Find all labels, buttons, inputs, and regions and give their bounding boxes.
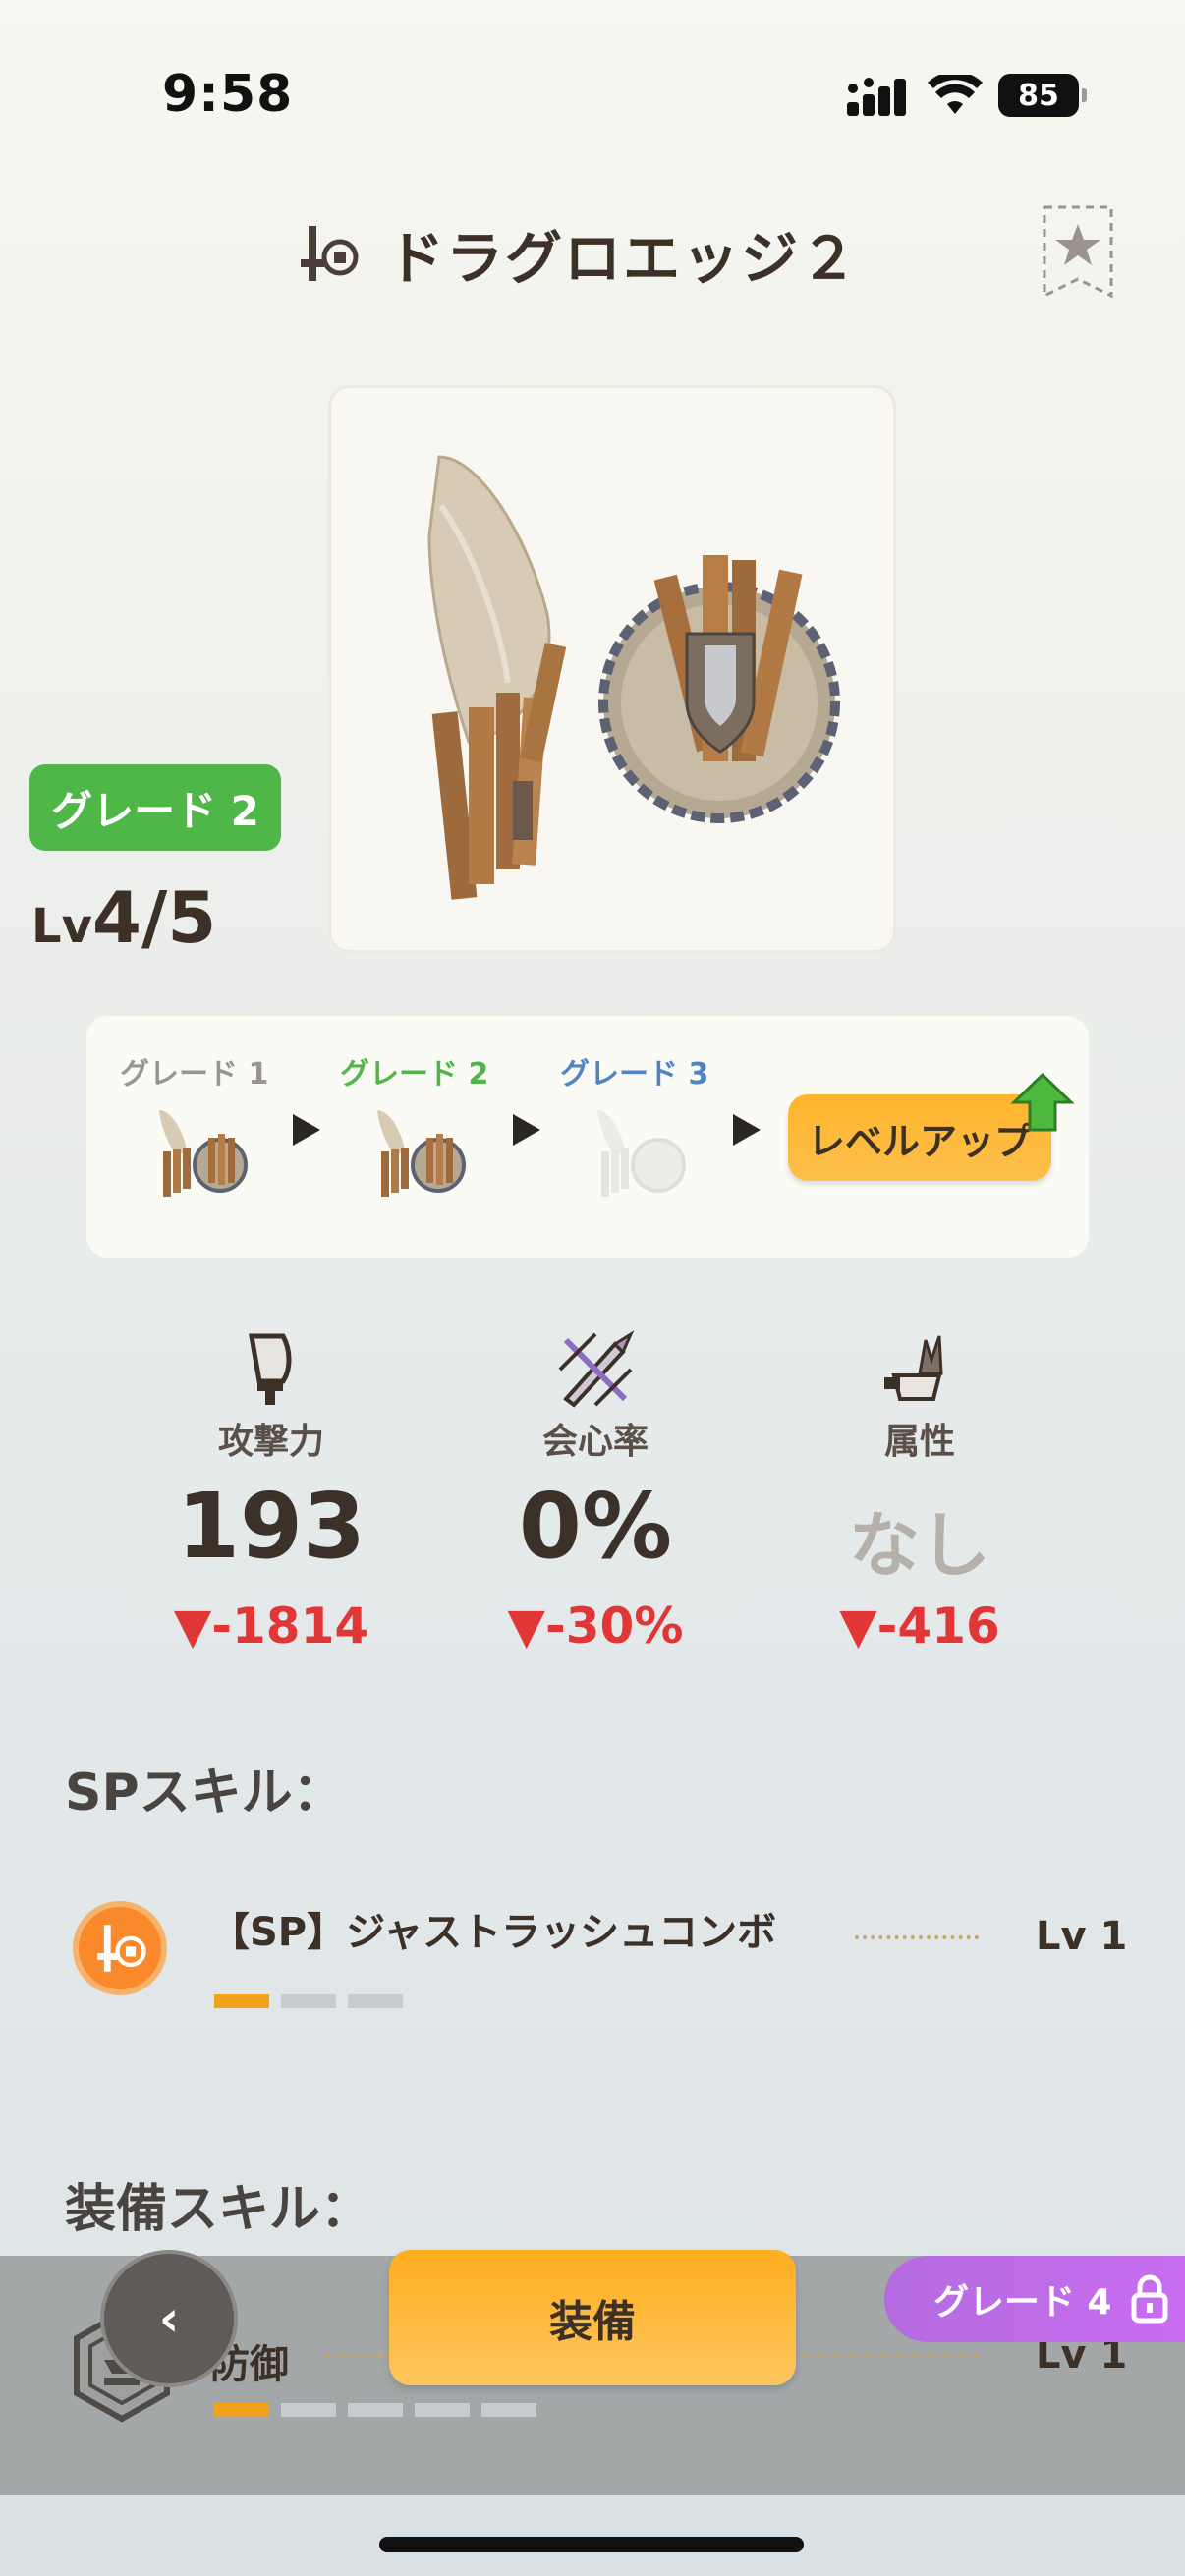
skill-dotted-leader (326, 2354, 397, 2358)
bottom-safe-area (0, 2495, 1185, 2576)
weapon-image-card (328, 385, 896, 953)
grade-arrow-icon (733, 1114, 761, 1146)
grade-arrow-icon (513, 1114, 540, 1146)
sp-skills-title: SPスキル： (65, 1764, 344, 1822)
grade-badge: グレード 2 (29, 764, 281, 851)
critical-label: 会心率 (541, 1422, 649, 1462)
favorite-star-icon[interactable] (1042, 204, 1114, 299)
back-button[interactable]: ‹ (100, 2250, 238, 2387)
critical-value: 0% (518, 1474, 673, 1579)
progress-pip (415, 2403, 470, 2417)
attack-value: 193 (176, 1474, 367, 1579)
progress-pip (348, 2403, 403, 2417)
progress-pip (281, 1994, 336, 2008)
grade-2-thumbnail[interactable] (356, 1096, 474, 1204)
page-header: ドラグロエッジ２ (295, 214, 859, 293)
critical-icon (558, 1330, 635, 1408)
progress-pip (281, 2403, 336, 2417)
element-value: なし (848, 1504, 990, 1587)
grade-4-locked-tab[interactable]: グレード 4 (884, 2256, 1185, 2342)
progress-pip (214, 2403, 269, 2417)
equip-button[interactable]: 装備 (389, 2250, 796, 2385)
battery-indicator: 85 (998, 74, 1087, 117)
attack-diff: ▼-1814 (173, 1597, 369, 1654)
weapon-level: Lv4/5 (31, 876, 216, 959)
sp-skill-level: Lv 1 (1036, 1914, 1128, 1959)
element-label: 属性 (883, 1422, 955, 1462)
element-diff: ▼-416 (839, 1597, 1000, 1654)
element-icon (884, 1335, 943, 1401)
dual-blades-icon (301, 226, 359, 281)
lock-icon (1131, 2274, 1168, 2324)
level-prefix: Lv (31, 899, 92, 954)
sp-skill-progress (214, 1994, 403, 2008)
progress-pip (481, 2403, 536, 2417)
dual-blades-icon (97, 1925, 146, 1972)
grade-3-thumbnail[interactable] (576, 1096, 694, 1204)
equip-button-label: 装備 (549, 2297, 636, 2347)
sp-skill-name[interactable]: 【SP】ジャストラッシュコンボ (210, 1900, 776, 1957)
grade-1-thumbnail[interactable] (138, 1096, 255, 1204)
level-up-label: レベルアップ (807, 1119, 1032, 1163)
attack-label: 攻撃力 (217, 1422, 324, 1462)
page-title: ドラグロエッジ２ (387, 225, 860, 292)
skill-dotted-leader (855, 1935, 979, 1939)
level-value: 4/5 (91, 876, 217, 959)
up-arrow-icon (1010, 1072, 1075, 1132)
home-indicator (379, 2537, 804, 2552)
skill-dotted-leader (802, 2354, 979, 2358)
signal-icon (847, 78, 906, 116)
grade-3-label: グレード 3 (560, 1057, 709, 1092)
grade-2-label: グレード 2 (340, 1057, 489, 1092)
grade-1-label: グレード 1 (120, 1057, 269, 1092)
progress-pip (348, 1994, 403, 2008)
weapon-image (427, 455, 840, 900)
progress-pip (214, 1994, 269, 2008)
chevron-left-icon: ‹ (158, 2290, 180, 2347)
equip-skill-progress (214, 2403, 536, 2417)
equip-skills-title: 装備スキル： (65, 2180, 372, 2239)
status-time: 9:58 (162, 65, 294, 124)
grade-arrow-icon (293, 1114, 320, 1146)
critical-diff: ▼-30% (507, 1597, 684, 1654)
attack-icon (249, 1333, 292, 1405)
grade-4-label: グレード 4 (933, 2282, 1112, 2323)
sp-skill-icon (73, 1901, 167, 1995)
wifi-icon (928, 75, 983, 114)
